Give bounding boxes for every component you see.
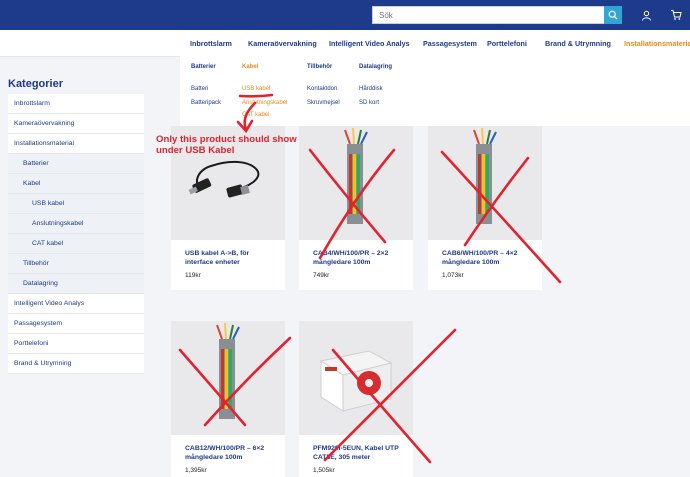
sidebar-item-brand-utrymning[interactable]: Brand & Utrymning — [8, 354, 144, 374]
nav-brand-utrymning[interactable]: Brand & Utrymning — [545, 39, 611, 48]
cable-box-image — [319, 350, 393, 412]
multicore-cable-image — [473, 127, 497, 224]
product-price: 119kr — [185, 272, 201, 279]
product-price: 1,073kr — [442, 272, 464, 279]
sidebar-item-batterier[interactable]: Batterier — [8, 154, 144, 174]
mega-link-sd-kort[interactable]: SD kort — [359, 100, 379, 106]
annotation-line-1: Only this product should show — [156, 134, 297, 145]
sidebar-item-intelligent-video-analys[interactable]: Intelligent Video Analys — [8, 294, 144, 314]
mega-link-anslutningskabel[interactable]: Anslutningskabel — [242, 100, 287, 106]
product-image[interactable] — [299, 126, 413, 240]
mega-heading-datalagring[interactable]: Datalagring — [359, 64, 392, 70]
mega-link-batteripack[interactable]: Batteripack — [191, 100, 221, 106]
cart-button[interactable] — [669, 8, 683, 22]
product-card[interactable]: CAB12/WH/100/PR – 6×2 mångledare 100m 1,… — [171, 321, 285, 477]
mega-heading-batterier[interactable]: Batterier — [191, 64, 216, 70]
product-title[interactable]: USB kabel A->B, för interface enheter — [185, 250, 275, 267]
sidebar-item-installationsmaterial[interactable]: Installationsmaterial — [8, 134, 144, 154]
product-title[interactable]: PFM920I-5EUN, Kabel UTP CAT5E, 305 meter — [313, 445, 403, 462]
category-sidebar: Inbrottslarm Kameraövervakning Installat… — [8, 94, 144, 374]
mega-link-kontaktdon[interactable]: Kontaktdon — [307, 86, 337, 92]
product-price: 1,395kr — [185, 467, 207, 474]
annotation-note: Only this product should show under USB … — [156, 134, 297, 156]
sidebar-item-tillbehor[interactable]: Tillbehör — [8, 254, 144, 274]
search-input[interactable] — [373, 7, 607, 23]
product-title[interactable]: CAB6/WH/100/PR – 4×2 mångledare 100m — [442, 250, 532, 267]
nav-inbrottslarm[interactable]: Inbrottslarm — [190, 39, 232, 48]
product-title[interactable]: CAB4/WH/100/PR – 2×2 mångledare 100m — [313, 250, 403, 267]
multicore-cable-image — [216, 322, 240, 419]
search-button[interactable] — [604, 6, 622, 24]
nav-installationsmaterial[interactable]: Installationsmaterial — [624, 39, 690, 48]
multicore-cable-image — [344, 127, 368, 224]
sidebar-item-kameraovervakning[interactable]: Kameraövervakning — [8, 114, 144, 134]
product-price: 749kr — [313, 272, 330, 279]
sidebar-item-kabel[interactable]: Kabel — [8, 174, 144, 194]
product-image[interactable] — [428, 126, 542, 240]
mega-link-batteri[interactable]: Batteri — [191, 86, 208, 92]
search-icon — [608, 10, 618, 20]
user-button[interactable] — [639, 8, 653, 22]
mega-heading-kabel[interactable]: Kabel — [242, 64, 258, 70]
mega-menu: Batterier Batteri Batteripack Kabel USB … — [180, 56, 690, 126]
mega-link-skruvmejsel[interactable]: Skruvmejsel — [307, 100, 340, 106]
mega-link-usb-kabel[interactable]: USB kabel — [242, 86, 270, 92]
mega-heading-tillbehor[interactable]: Tillbehör — [307, 64, 332, 70]
nav-passagesystem[interactable]: Passagesystem — [423, 39, 477, 48]
product-price: 1,505kr — [313, 467, 335, 474]
sidebar-item-passagesystem[interactable]: Passagesystem — [8, 314, 144, 334]
cart-icon — [671, 10, 682, 20]
main-nav: Inbrottslarm Kameraövervakning Intellige… — [0, 30, 690, 57]
annotation-line-2: under USB Kabel — [156, 145, 235, 156]
product-card[interactable]: PFM920I-5EUN, Kabel UTP CAT5E, 305 meter… — [299, 321, 413, 477]
mega-link-cat-kabel[interactable]: CAT kabel — [242, 112, 269, 118]
sidebar-item-inbrottslarm[interactable]: Inbrottslarm — [8, 94, 144, 114]
sidebar-item-anslutningskabel[interactable]: Anslutningskabel — [8, 214, 144, 234]
nav-porttelefoni[interactable]: Porttelefoni — [487, 39, 527, 48]
sidebar-title: Kategorier — [8, 78, 64, 90]
sidebar-item-porttelefoni[interactable]: Porttelefoni — [8, 334, 144, 354]
sidebar-item-datalagring[interactable]: Datalagring — [8, 274, 144, 294]
product-image[interactable] — [171, 321, 285, 435]
mega-link-harddisk[interactable]: Hårddisk — [359, 86, 383, 92]
sidebar-item-cat-kabel[interactable]: CAT kabel — [8, 234, 144, 254]
nav-kameraovervakning[interactable]: Kameraövervakning — [248, 39, 317, 48]
nav-intelligent-video-analys[interactable]: Intelligent Video Analys — [329, 39, 410, 48]
sidebar-item-usb-kabel[interactable]: USB kabel — [8, 194, 144, 214]
search-box[interactable] — [372, 6, 622, 24]
user-icon — [641, 10, 651, 21]
product-card[interactable]: CAB6/WH/100/PR – 4×2 mångledare 100m 1,0… — [428, 126, 542, 290]
product-card[interactable]: CAB4/WH/100/PR – 2×2 mångledare 100m 749… — [299, 126, 413, 290]
top-bar — [0, 0, 690, 30]
product-image[interactable] — [299, 321, 413, 435]
product-title[interactable]: CAB12/WH/100/PR – 6×2 mångledare 100m — [185, 445, 275, 462]
